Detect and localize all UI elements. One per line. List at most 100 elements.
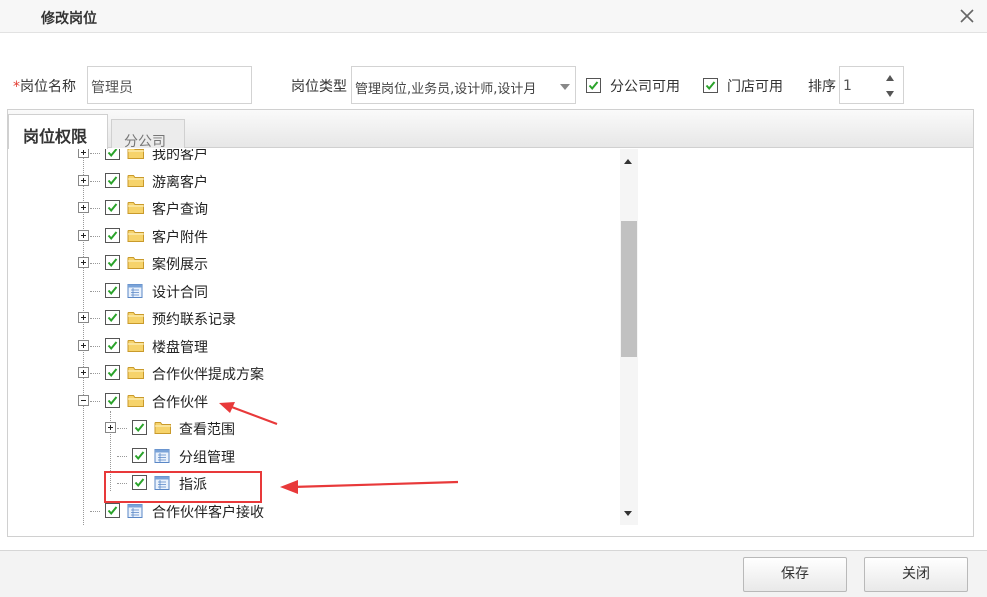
tab-branch[interactable]: 分公司	[111, 119, 185, 150]
folder-icon	[154, 420, 172, 435]
expand-icon[interactable]	[78, 367, 89, 378]
tree-node-checkbox[interactable]	[105, 392, 120, 408]
tree-node[interactable]: 游离客户	[8, 171, 608, 191]
chevron-down-icon	[560, 84, 570, 90]
tree-node-checkbox[interactable]	[132, 447, 147, 463]
branch-available-checkbox[interactable]	[586, 78, 601, 93]
save-button[interactable]: 保存	[743, 557, 847, 592]
tree-node[interactable]: 合作伙伴提成方案	[8, 363, 608, 383]
tree-node-checkbox[interactable]	[105, 255, 120, 270]
expand-icon[interactable]	[78, 202, 89, 213]
tree-node-checkbox[interactable]	[105, 149, 120, 160]
tree-guide-line	[117, 455, 127, 457]
expand-icon[interactable]	[78, 257, 89, 268]
store-available-label: 门店可用	[727, 79, 783, 95]
folder-icon	[127, 310, 145, 325]
tree-node-checkbox[interactable]	[105, 502, 120, 518]
tree-node[interactable]: 案例展示	[8, 253, 608, 273]
tree-node[interactable]: 分组管理	[8, 446, 608, 466]
tree-node-checkbox[interactable]	[132, 420, 147, 435]
sort-value: 1	[843, 78, 852, 94]
tree-guide-line	[90, 153, 100, 154]
expand-icon[interactable]	[105, 422, 116, 433]
tree-node-label[interactable]: 楼盘管理	[152, 337, 208, 357]
tree-node[interactable]: 客户查询	[8, 198, 608, 218]
scroll-down-icon[interactable]	[624, 511, 632, 516]
folder-icon	[127, 228, 145, 243]
folder-icon	[127, 149, 145, 160]
tree-node-label[interactable]: 游离客户	[152, 172, 208, 192]
tree-node-label[interactable]: 客户查询	[152, 199, 208, 219]
tree-guide-line	[90, 208, 100, 209]
tree-node-checkbox[interactable]	[105, 200, 120, 215]
folder-icon	[127, 365, 145, 380]
sort-label: 排序	[808, 79, 836, 95]
expand-icon[interactable]	[78, 174, 89, 186]
folder-icon	[127, 393, 145, 408]
position-name-label: *岗位名称	[13, 79, 76, 95]
position-type-label: 岗位类型	[291, 79, 347, 95]
tree-guide-line	[90, 180, 100, 182]
scroll-thumb[interactable]	[621, 221, 637, 357]
tree-node-label[interactable]: 合作伙伴	[152, 392, 208, 412]
close-button[interactable]: 关闭	[864, 557, 968, 592]
page-icon	[127, 283, 143, 299]
tree-node-label[interactable]: 设计合同	[152, 282, 208, 302]
tree-guide-line	[90, 373, 100, 374]
tree-node[interactable]: 设计合同	[8, 281, 608, 301]
annotation-arrow-icon	[219, 402, 278, 426]
tree-node-label[interactable]: 我的客户	[152, 149, 208, 164]
tree-node-label[interactable]: 预约联系记录	[152, 309, 236, 329]
tree-node[interactable]: 楼盘管理	[8, 336, 608, 356]
vertical-scrollbar[interactable]	[620, 149, 638, 525]
tree-node[interactable]: 客户附件	[8, 226, 608, 246]
tab-strip: 岗位权限 分公司	[8, 110, 973, 150]
tree-node-label[interactable]: 案例展示	[152, 254, 208, 274]
expand-icon[interactable]	[78, 339, 89, 351]
tree-node[interactable]: 预约联系记录	[8, 308, 608, 328]
tree-guide-line	[90, 290, 100, 292]
tree-node[interactable]: 我的客户	[8, 149, 608, 163]
tree-node[interactable]: 查看范围	[8, 418, 608, 438]
tree-guide-line	[90, 345, 100, 347]
sort-stepper[interactable]: 1	[839, 66, 904, 104]
tree-node-label[interactable]: 分组管理	[179, 447, 235, 467]
tree-node-label[interactable]: 客户附件	[152, 227, 208, 247]
spin-up-icon[interactable]	[886, 75, 894, 81]
dialog-footer: 保存 关闭	[0, 550, 987, 597]
position-name-input[interactable]: 管理员	[87, 66, 252, 104]
position-type-value: 管理岗位,业务员,设计师,设计月	[355, 82, 537, 97]
tree-node-label[interactable]: 合作伙伴客户接收	[152, 502, 264, 522]
tree-node-checkbox[interactable]	[105, 310, 120, 325]
tab-position-permissions[interactable]: 岗位权限	[8, 114, 108, 149]
tree-node[interactable]: 合作伙伴	[8, 391, 608, 411]
close-icon[interactable]	[956, 5, 978, 27]
expand-icon[interactable]	[78, 149, 89, 158]
position-form-row: *岗位名称 管理员 岗位类型 管理岗位,业务员,设计师,设计月 分公司可用 门店…	[0, 64, 987, 106]
tree-guide-line	[90, 510, 100, 512]
tree-node-checkbox[interactable]	[105, 282, 120, 298]
tree-node-checkbox[interactable]	[105, 337, 120, 353]
tree-guide-line	[90, 318, 100, 319]
spin-down-icon[interactable]	[886, 91, 894, 97]
tree-node[interactable]: 合作伙伴客户接收	[8, 501, 608, 521]
folder-icon	[127, 173, 145, 188]
page-icon	[154, 448, 170, 464]
annotation-arrow-icon	[280, 480, 459, 494]
folder-icon	[127, 200, 145, 215]
expand-icon[interactable]	[78, 312, 89, 323]
position-type-select[interactable]: 管理岗位,业务员,设计师,设计月	[351, 66, 576, 104]
collapse-icon[interactable]	[78, 394, 89, 406]
store-available-checkbox[interactable]	[703, 78, 718, 93]
annotation-highlight-box	[104, 471, 262, 503]
tree-node-checkbox[interactable]	[105, 172, 120, 188]
tree-guide-line	[90, 263, 100, 264]
page-icon	[127, 503, 143, 519]
tree-node-label[interactable]: 合作伙伴提成方案	[152, 364, 264, 384]
tree-guide-line	[90, 235, 100, 237]
tree-node-checkbox[interactable]	[105, 365, 120, 380]
dialog-titlebar: 修改岗位	[0, 0, 987, 33]
expand-icon[interactable]	[78, 229, 89, 241]
tree-node-checkbox[interactable]	[105, 227, 120, 243]
scroll-up-icon[interactable]	[624, 159, 632, 164]
